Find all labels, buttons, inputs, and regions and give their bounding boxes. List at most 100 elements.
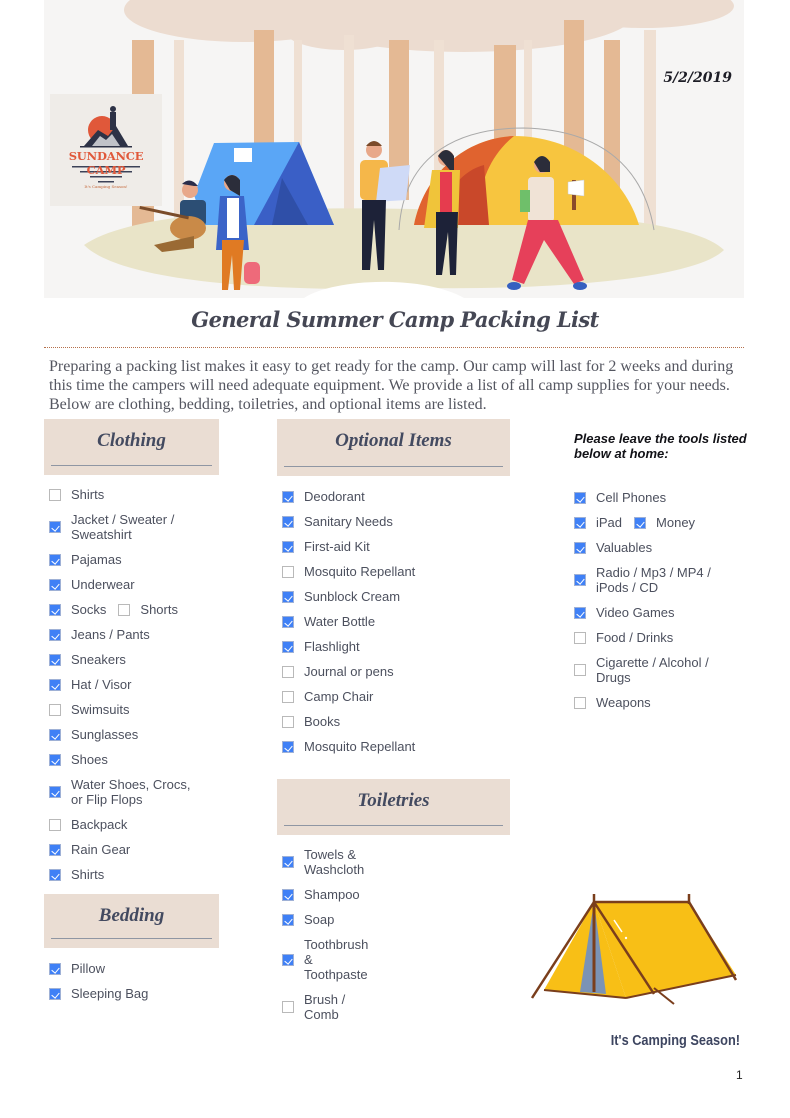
item-label: Camp Chair	[304, 689, 374, 704]
checkbox-checked[interactable]	[49, 653, 61, 666]
checkbox-checked[interactable]	[282, 913, 294, 926]
item-label: Food / Drinks	[596, 630, 674, 645]
checklist-item: iPad Money	[574, 515, 695, 530]
item-label: Socks	[71, 602, 107, 617]
item-label: Water Bottle	[304, 614, 376, 629]
checklist-item: Brush / Comb	[282, 992, 345, 1022]
checkbox-unchecked[interactable]	[282, 565, 294, 578]
checkbox-checked[interactable]	[49, 678, 61, 691]
item-label: Sneakers	[71, 652, 126, 667]
checklist-item: Shoes	[49, 752, 108, 767]
checkbox-checked[interactable]	[49, 868, 61, 881]
checkbox-unchecked[interactable]	[574, 631, 586, 644]
checklist-item: Water Bottle	[282, 614, 375, 629]
checkbox-unchecked[interactable]	[118, 603, 131, 616]
checkbox-checked[interactable]	[49, 786, 61, 798]
item-label: Hat / Visor	[71, 677, 132, 692]
checkbox-unchecked[interactable]	[49, 703, 61, 716]
item-label: Rain Gear	[71, 842, 131, 857]
checkbox-checked[interactable]	[49, 962, 61, 975]
checkbox-checked[interactable]	[49, 628, 61, 641]
checklist-item: Cigarette / Alcohol / Drugs	[574, 655, 709, 685]
item-label: Shirts	[71, 487, 105, 502]
checklist-item: Sunblock Cream	[282, 589, 400, 604]
checkbox-checked[interactable]	[574, 541, 586, 554]
checkbox-unchecked[interactable]	[282, 690, 294, 703]
checkbox-checked[interactable]	[574, 491, 586, 504]
checklist-item: Mosquito Repellant	[282, 564, 415, 579]
checkbox-unchecked[interactable]	[574, 696, 586, 709]
checkbox-checked[interactable]	[49, 728, 61, 741]
item-label: Water Shoes, Crocs, or Flip Flops	[71, 777, 191, 807]
checklist-item: Weapons	[574, 695, 651, 710]
checklist-item: Shirts	[49, 867, 104, 882]
checklist-item: Underwear	[49, 577, 135, 592]
checklist-item: Food / Drinks	[574, 630, 673, 645]
checkbox-unchecked[interactable]	[282, 715, 294, 728]
checkbox-checked[interactable]	[574, 516, 586, 529]
item-label: Toothbrush & Toothpaste	[304, 937, 369, 982]
checkbox-checked[interactable]	[282, 888, 294, 901]
optional-items-section-header: Optional Items	[277, 419, 510, 476]
item-label: Mosquito Repellant	[304, 739, 416, 754]
checklist-item: Pillow	[49, 961, 105, 976]
checklist-item: Sanitary Needs	[282, 514, 393, 529]
checkbox-checked[interactable]	[282, 615, 294, 628]
checkbox-checked[interactable]	[49, 603, 61, 616]
checkbox-checked[interactable]	[49, 843, 61, 856]
checklist-item: Mosquito Repellant	[282, 739, 415, 754]
checkbox-checked[interactable]	[49, 987, 61, 1000]
item-label: Brush / Comb	[304, 992, 346, 1022]
checkbox-checked[interactable]	[282, 540, 294, 553]
item-label: Shorts	[140, 602, 178, 617]
item-label: Flashlight	[304, 639, 360, 654]
item-label: Journal or pens	[304, 664, 394, 679]
checkbox-checked[interactable]	[49, 521, 61, 533]
item-label: Sanitary Needs	[304, 514, 393, 529]
item-label: Pillow	[71, 961, 105, 976]
checklist-item: Pajamas	[49, 552, 122, 567]
checkbox-unchecked[interactable]	[574, 664, 586, 676]
checkbox-checked[interactable]	[49, 578, 61, 591]
checkbox-checked[interactable]	[282, 590, 294, 603]
item-label: Shoes	[71, 752, 108, 767]
checkbox-unchecked[interactable]	[49, 488, 61, 501]
checkbox-checked[interactable]	[282, 856, 294, 868]
camping-season-slogan: It's Camping Season!	[610, 1033, 740, 1049]
document-date: 5/2/2019	[663, 70, 732, 86]
checkbox-checked[interactable]	[49, 753, 61, 766]
checkbox-unchecked[interactable]	[282, 665, 294, 678]
item-label: Sunblock Cream	[304, 589, 401, 604]
item-label: Deodorant	[304, 489, 365, 504]
item-label: Pajamas	[71, 552, 122, 567]
checklist-item: Valuables	[574, 540, 652, 555]
checklist-item: First-aid Kit	[282, 539, 370, 554]
item-label: Cigarette / Alcohol / Drugs	[596, 655, 709, 685]
item-label: Radio / Mp3 / MP4 / iPods / CD	[596, 565, 711, 595]
item-label: Jeans / Pants	[71, 627, 150, 642]
checkbox-checked[interactable]	[49, 553, 61, 566]
checkbox-unchecked[interactable]	[282, 1001, 294, 1013]
item-label: Books	[304, 714, 341, 729]
checklist-item: Jeans / Pants	[49, 627, 150, 642]
bedding-section-header: Bedding	[44, 894, 219, 948]
bedding-title: Bedding	[98, 905, 165, 926]
checkbox-checked[interactable]	[282, 640, 294, 653]
logo-name: SUNDANCE CAMP	[68, 149, 144, 177]
checkbox-unchecked[interactable]	[49, 818, 61, 831]
item-label: Swimsuits	[71, 702, 130, 717]
checkbox-checked[interactable]	[282, 953, 294, 966]
checklist-item: Sunglasses	[49, 727, 138, 742]
checkbox-checked[interactable]	[574, 574, 586, 586]
checklist-item: Sleeping Bag	[49, 986, 148, 1001]
leave-at-home-note: Please leave the tools listed below at h…	[574, 431, 747, 461]
checklist-item: Flashlight	[282, 639, 360, 654]
checkbox-checked[interactable]	[634, 516, 647, 529]
header-illustration: SUNDANCE CAMP It's Camping Season! 5/2/2…	[44, 0, 744, 298]
checkbox-checked[interactable]	[282, 490, 294, 503]
item-label: First-aid Kit	[304, 539, 370, 554]
checkbox-checked[interactable]	[574, 606, 586, 619]
checkbox-checked[interactable]	[282, 740, 294, 753]
item-label: Shirts	[71, 867, 105, 882]
checkbox-checked[interactable]	[282, 515, 294, 528]
